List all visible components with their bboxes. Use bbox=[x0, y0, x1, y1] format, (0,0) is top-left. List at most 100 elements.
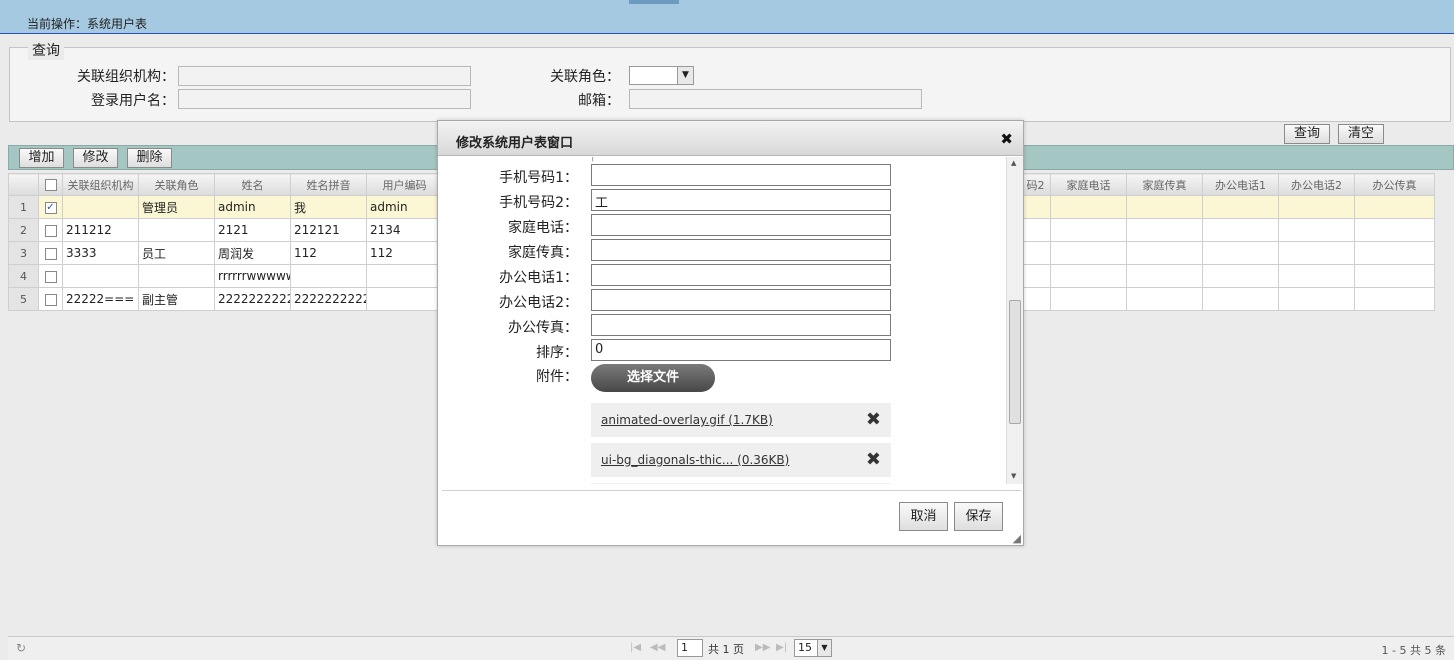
field-label: 办公电话2： bbox=[499, 295, 578, 311]
close-icon[interactable]: ✖ bbox=[1000, 130, 1013, 148]
table-cell bbox=[1126, 241, 1203, 265]
row-checkbox[interactable] bbox=[44, 270, 57, 283]
org-input[interactable] bbox=[178, 66, 471, 86]
field-label: 办公电话1： bbox=[499, 270, 578, 286]
search-button[interactable]: 查询 bbox=[1284, 124, 1330, 144]
field-label: 手机号码2： bbox=[499, 195, 578, 211]
table-cell bbox=[1202, 264, 1279, 288]
dialog-body: | 手机号码1： 手机号码2： 工 家庭电话： 家庭传真： 办公电话1： 办公电… bbox=[438, 157, 1023, 484]
column-header[interactable]: 用户编码 bbox=[366, 173, 443, 196]
column-header[interactable]: 关联组织机构 bbox=[62, 173, 139, 196]
page-title: 当前操作：系统用户表 bbox=[27, 17, 148, 31]
field-label: 排序： bbox=[536, 345, 578, 361]
table-cell: 周润发 bbox=[214, 241, 291, 265]
chevron-down-icon[interactable]: ▼ bbox=[817, 640, 831, 656]
grid-table-right: 码2 家庭电话 家庭传真 办公电话1 办公电话2 办公传真 bbox=[1020, 173, 1435, 311]
table-row[interactable]: 4 rrrrrrwwwwww bbox=[8, 264, 443, 288]
prev-page-icon[interactable]: ◀◀ bbox=[650, 642, 665, 653]
add-button[interactable]: 增加 bbox=[19, 148, 64, 168]
table-cell bbox=[1278, 287, 1355, 311]
table-cell bbox=[1020, 218, 1051, 242]
top-tab-indicator bbox=[629, 0, 679, 4]
row-number: 3 bbox=[8, 241, 39, 265]
column-header[interactable]: 家庭电话 bbox=[1050, 173, 1127, 196]
office-phone2-input[interactable] bbox=[591, 289, 891, 311]
attachment-link[interactable]: animated-overlay.gif (1.7KB) bbox=[601, 413, 773, 427]
column-header[interactable]: 办公电话1 bbox=[1202, 173, 1279, 196]
table-row[interactable]: 2 211212 2121 212121 2134 bbox=[8, 218, 443, 242]
table-cell: admin bbox=[214, 195, 291, 219]
table-row[interactable] bbox=[1020, 195, 1435, 219]
attachment-link[interactable]: ui-bg_diagonals-thic... (0.36KB) bbox=[601, 453, 789, 467]
column-header[interactable]: 办公传真 bbox=[1354, 173, 1435, 196]
scroll-down-icon[interactable]: ▼ bbox=[1011, 472, 1016, 480]
select-all-checkbox[interactable] bbox=[44, 179, 57, 191]
office-fax-input[interactable] bbox=[591, 314, 891, 336]
table-cell bbox=[1020, 264, 1051, 288]
next-page-icon[interactable]: ▶▶ bbox=[755, 642, 770, 653]
delete-button[interactable]: 删除 bbox=[127, 148, 172, 168]
table-cell bbox=[1050, 287, 1127, 311]
row-checkbox[interactable] bbox=[44, 247, 57, 260]
row-checkbox[interactable] bbox=[44, 224, 57, 237]
table-cell: 我 bbox=[290, 195, 367, 219]
first-page-icon[interactable]: |◀ bbox=[630, 642, 641, 653]
home-phone-input[interactable] bbox=[591, 214, 891, 236]
email-input[interactable] bbox=[629, 89, 922, 109]
dialog-title: 修改系统用户表窗口 bbox=[456, 136, 574, 151]
table-row[interactable]: 5 22222=== 副主管 2222222222 2222222222 bbox=[8, 287, 443, 311]
table-row[interactable] bbox=[1020, 287, 1435, 311]
column-header[interactable]: 姓名 bbox=[214, 173, 291, 196]
cancel-button[interactable]: 取消 bbox=[899, 502, 948, 531]
mobile1-input[interactable] bbox=[591, 164, 891, 186]
home-fax-input[interactable] bbox=[591, 239, 891, 261]
column-header[interactable]: 家庭传真 bbox=[1126, 173, 1203, 196]
edit-button[interactable]: 修改 bbox=[73, 148, 118, 168]
mobile2-input[interactable]: 工 bbox=[591, 189, 891, 211]
column-header[interactable]: 码2 bbox=[1020, 173, 1051, 196]
role-select[interactable]: ▼ bbox=[629, 66, 694, 85]
sort-order-input[interactable]: 0 bbox=[591, 339, 891, 361]
table-cell bbox=[1354, 218, 1435, 242]
select-all-header[interactable] bbox=[38, 173, 63, 196]
column-header[interactable]: 关联角色 bbox=[138, 173, 215, 196]
scroll-up-icon[interactable]: ▲ bbox=[1011, 159, 1016, 167]
delete-icon[interactable]: ✖ bbox=[866, 449, 881, 470]
table-cell: 副主管 bbox=[138, 287, 215, 311]
page-number-input[interactable]: 1 bbox=[677, 639, 703, 657]
table-row[interactable] bbox=[1020, 218, 1435, 242]
chevron-down-icon[interactable]: ▼ bbox=[677, 67, 693, 84]
clear-button[interactable]: 清空 bbox=[1338, 124, 1384, 144]
row-checkbox-cell[interactable] bbox=[38, 241, 63, 265]
column-header[interactable]: 姓名拼音 bbox=[290, 173, 367, 196]
delete-icon[interactable]: ✖ bbox=[866, 409, 881, 430]
table-cell bbox=[1126, 287, 1203, 311]
table-cell: 2222222222 bbox=[214, 287, 291, 311]
table-row[interactable]: 1 ✓ 管理员 admin 我 admin bbox=[8, 195, 443, 219]
table-row[interactable]: 3 3333 员工 周润发 112 112 bbox=[8, 241, 443, 265]
save-button[interactable]: 保存 bbox=[954, 502, 1003, 531]
row-checkbox-cell[interactable] bbox=[38, 218, 63, 242]
dialog-header[interactable]: 修改系统用户表窗口 ✖ bbox=[438, 121, 1023, 156]
dialog-scrollbar[interactable]: ▲ ▼ bbox=[1006, 157, 1023, 484]
column-header[interactable]: 办公电话2 bbox=[1278, 173, 1355, 196]
table-row[interactable] bbox=[1020, 241, 1435, 265]
scrollbar-thumb[interactable] bbox=[1009, 300, 1021, 424]
row-checkbox-cell[interactable]: ✓ bbox=[38, 195, 63, 219]
refresh-icon[interactable]: ↻ bbox=[16, 641, 26, 655]
choose-file-button[interactable]: 选择文件 bbox=[591, 364, 715, 392]
page-size-select[interactable]: 15 ▼ bbox=[794, 639, 832, 657]
table-row[interactable] bbox=[1020, 264, 1435, 288]
row-checkbox[interactable] bbox=[44, 293, 57, 306]
last-page-icon[interactable]: ▶| bbox=[776, 642, 787, 653]
office-phone1-input[interactable] bbox=[591, 264, 891, 286]
username-input[interactable] bbox=[178, 89, 471, 109]
role-label: 关联角色： bbox=[550, 69, 620, 85]
resize-handle-icon[interactable]: ◢ bbox=[1013, 532, 1021, 545]
query-legend: 查询 bbox=[28, 40, 64, 60]
table-cell bbox=[138, 218, 215, 242]
table-cell bbox=[1202, 241, 1279, 265]
row-checkbox-cell[interactable] bbox=[38, 287, 63, 311]
row-checkbox-cell[interactable] bbox=[38, 264, 63, 288]
row-checkbox-checked[interactable]: ✓ bbox=[44, 201, 57, 214]
